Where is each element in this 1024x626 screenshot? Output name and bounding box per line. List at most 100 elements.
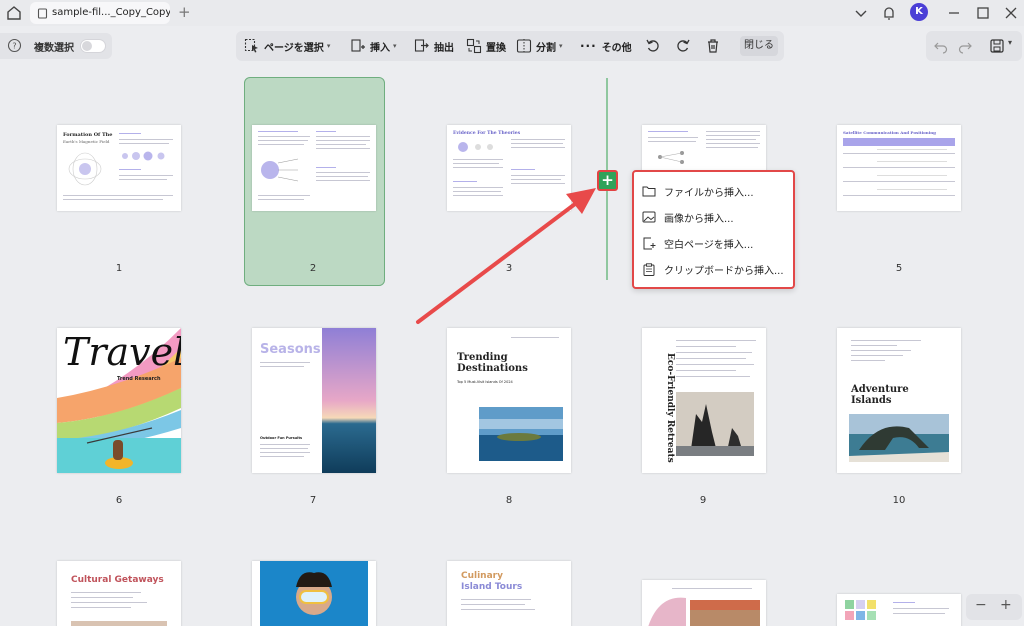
page-thumbnail-9[interactable]: Eco-Friendly Retreats: [642, 328, 766, 473]
chevron-down-icon[interactable]: [852, 4, 870, 22]
page-7-title: Seasons: [260, 342, 321, 357]
page-1-title: Formation Of The: [63, 132, 113, 138]
page-number-10: 10: [892, 495, 906, 506]
minimize-icon[interactable]: [945, 4, 963, 22]
page-number-2: 2: [309, 263, 317, 274]
page-thumbnail-15[interactable]: [837, 594, 961, 626]
avatar[interactable]: K: [910, 3, 928, 21]
chevron-down-icon: ▾: [559, 42, 563, 50]
page-thumbnail-12[interactable]: [252, 561, 376, 626]
trash-icon[interactable]: [704, 37, 722, 55]
page-thumbnail-5[interactable]: Satellite Communication And Positioning: [837, 125, 961, 211]
replace-button[interactable]: 置換: [466, 37, 506, 55]
rotate-right-icon[interactable]: [674, 37, 692, 55]
page-10-title: Adventure Islands: [851, 384, 909, 406]
page-3-title: Evidence For The Theories: [453, 131, 521, 136]
grid-photos: [845, 600, 876, 620]
more-label: その他: [601, 42, 632, 54]
page-8-title: Trending Destinations: [457, 352, 528, 374]
menu-item-insert-blank-page[interactable]: 空白ページを挿入...: [642, 233, 753, 253]
chevron-down-icon: ▾: [326, 42, 331, 50]
zoom-out-button[interactable]: −: [975, 597, 987, 613]
close-icon[interactable]: [1002, 4, 1020, 22]
insert-button[interactable]: 挿入 ▾: [350, 37, 397, 55]
svg-text:?: ?: [12, 42, 16, 51]
orbit-icon: [458, 142, 493, 152]
tab-label: sample-fil..._Copy_Copy: [52, 7, 170, 18]
page-thumbnail-10[interactable]: Adventure Islands: [837, 328, 961, 473]
page-number-5: 5: [895, 263, 903, 274]
select-cursor-icon: [244, 38, 258, 53]
history-tools: ▾: [926, 31, 1022, 61]
page-thumbnail-3[interactable]: Evidence For The Theories: [447, 125, 571, 211]
page-8-subtitle: Top 5 Must-Visit Islands Of 2024: [457, 380, 513, 384]
multi-select-toggle[interactable]: [80, 39, 106, 53]
more-dots-icon: ···: [580, 39, 597, 53]
document-icon: [37, 8, 48, 19]
insert-menu: ファイルから挿入... 画像から挿入... 空白ページを挿入... クリップボー…: [632, 170, 795, 289]
page-thumbnail-2[interactable]: [252, 125, 376, 211]
page-thumbnail-7[interactable]: Seasons Outdoor Fun Pursuits: [252, 328, 376, 473]
clipboard-icon: [643, 262, 655, 276]
zoom-in-button[interactable]: +: [1000, 597, 1012, 613]
menu-item-insert-from-image[interactable]: 画像から挿入...: [642, 207, 734, 227]
rotate-left-icon[interactable]: [644, 37, 662, 55]
page-6-subtitle: Trend Research: [117, 376, 161, 382]
close-button[interactable]: 閉じる: [740, 36, 778, 56]
arch-rock-photo: [849, 414, 949, 462]
plus-icon: +: [601, 171, 614, 189]
help-icon[interactable]: ?: [7, 38, 22, 53]
document-tab[interactable]: sample-fil..._Copy_Copy: [30, 2, 170, 24]
page-thumbnail-11[interactable]: Cultural Getaways: [57, 561, 181, 626]
page-tools: ページを選択 ▾ 挿入 ▾ 抽出 置換 分割 ▾ ··· その他 閉じる: [236, 31, 784, 61]
page-number-3: 3: [505, 263, 513, 274]
menu-item-label: 空白ページを挿入...: [664, 239, 754, 251]
image-icon: [642, 211, 656, 223]
new-tab-button[interactable]: +: [178, 3, 191, 21]
folder-icon: [642, 186, 656, 197]
chevron-down-icon[interactable]: ▾: [1008, 38, 1012, 47]
page-6-title: Travel: [63, 330, 181, 374]
page-thumbnail-1[interactable]: Formation Of The Earth's Magnetic Field: [57, 125, 181, 211]
page-thumbnail-13[interactable]: Culinary Island Tours: [447, 561, 571, 626]
save-icon[interactable]: [988, 37, 1006, 55]
sea-stack-photo: [676, 392, 754, 456]
more-button[interactable]: ··· その他: [580, 37, 632, 55]
menu-item-insert-from-clipboard[interactable]: クリップボードから挿入...: [642, 259, 784, 279]
page-thumbnail-6[interactable]: Travel Trend Research: [57, 328, 181, 473]
maximize-icon[interactable]: [974, 4, 992, 22]
home-icon[interactable]: [5, 4, 23, 22]
page-11-title: Cultural Getaways: [71, 575, 164, 585]
extract-button[interactable]: 抽出: [414, 37, 454, 55]
menu-item-insert-from-file[interactable]: ファイルから挿入...: [642, 181, 754, 201]
page-number-7: 7: [309, 495, 317, 506]
title-bar: sample-fil..._Copy_Copy + K: [0, 0, 1024, 26]
page-5-title: Satellite Communication And Positioning: [843, 130, 936, 135]
insert-here-button[interactable]: +: [597, 170, 618, 191]
page-thumbnail-14[interactable]: [642, 580, 766, 626]
snorkel-photo: [260, 561, 368, 626]
replace-label: 置換: [486, 42, 506, 54]
island-photo: [479, 407, 563, 461]
bell-icon[interactable]: [880, 4, 898, 22]
extract-icon: [414, 39, 429, 52]
split-icon: [516, 39, 532, 53]
toolbar: ? 複数選択 ページを選択▾ 挿入▾ 抽出 置換 分割▾ ··· その他: [0, 26, 1024, 66]
page-1-subtitle: Earth's Magnetic Field: [63, 139, 110, 144]
table-header: [843, 138, 955, 146]
page-thumbnail-8[interactable]: Trending Destinations Top 5 Must-Visit I…: [447, 328, 571, 473]
photo-strip: [71, 621, 167, 626]
collage-photo: [648, 597, 760, 626]
redo-icon[interactable]: [956, 37, 974, 55]
page-13-title: Culinary: [461, 571, 503, 581]
split-label: 分割: [536, 42, 556, 54]
annotation-arrow: [416, 188, 596, 324]
split-button[interactable]: 分割 ▾: [516, 37, 563, 55]
circles-icon: [122, 151, 165, 161]
insert-page-icon: [351, 39, 365, 52]
select-pages-button[interactable]: ページを選択 ▾: [244, 37, 330, 55]
menu-item-label: ファイルから挿入...: [664, 187, 754, 199]
chevron-down-icon: ▾: [393, 42, 397, 50]
undo-icon[interactable]: [932, 37, 950, 55]
insert-label: 挿入: [370, 42, 390, 54]
